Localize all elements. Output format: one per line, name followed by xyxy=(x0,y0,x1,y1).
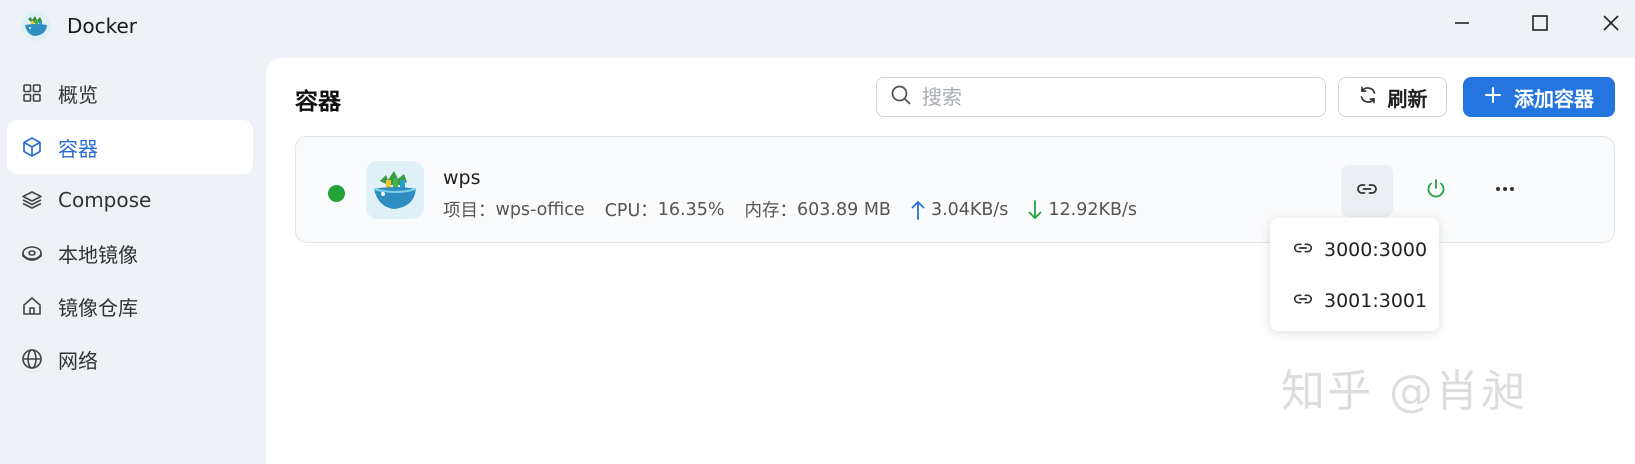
home-icon xyxy=(20,294,44,318)
cube-icon xyxy=(20,135,44,159)
sidebar-item-compose[interactable]: Compose xyxy=(7,173,253,227)
cpu-label: CPU： xyxy=(604,201,658,221)
power-button[interactable] xyxy=(1410,165,1462,217)
sidebar-item-label: Compose xyxy=(58,188,152,212)
sidebar-item-label: 容器 xyxy=(58,136,98,161)
minimize-icon xyxy=(1452,13,1472,37)
power-icon xyxy=(1424,177,1448,205)
sidebar-item-label: 本地镜像 xyxy=(58,242,138,267)
sidebar: 概览 容器 Compose 本地镜像 镜像仓库 网络 xyxy=(0,56,264,464)
refresh-icon xyxy=(1358,85,1378,110)
sidebar-item-label: 网络 xyxy=(58,348,98,373)
minimize-button[interactable] xyxy=(1431,0,1493,50)
project-value: wps-office xyxy=(495,199,585,220)
arrow-up-icon xyxy=(911,200,925,220)
layers-icon xyxy=(20,188,44,212)
container-name: wps xyxy=(443,167,481,189)
arrow-down-icon xyxy=(1028,199,1042,220)
ports-dropdown: 3000:3000 3001:3001 xyxy=(1270,218,1439,331)
memory-value: 603.89 MB xyxy=(797,199,891,220)
sidebar-item-local-images[interactable]: 本地镜像 xyxy=(7,226,253,280)
port-item[interactable]: 3001:3001 xyxy=(1270,276,1439,326)
add-container-button[interactable]: 添加容器 xyxy=(1463,77,1615,117)
more-options-button[interactable] xyxy=(1479,165,1531,217)
port-mapping: 3001:3001 xyxy=(1324,290,1428,312)
watermark: 知乎 @肖昶 xyxy=(1281,366,1527,417)
search-box[interactable] xyxy=(876,77,1326,117)
grid-icon xyxy=(20,81,44,105)
refresh-label: 刷新 xyxy=(1387,86,1428,111)
cpu-value: 16.35% xyxy=(657,199,725,220)
sidebar-item-label: 镜像仓库 xyxy=(58,295,138,320)
app-title: Docker xyxy=(67,14,138,38)
close-icon xyxy=(1601,13,1621,37)
upload-speed: 3.04KB/s xyxy=(930,199,1009,220)
sidebar-item-label: 概览 xyxy=(58,82,98,107)
maximize-icon xyxy=(1530,13,1550,37)
download-speed: 12.92KB/s xyxy=(1048,199,1137,220)
maximize-button[interactable] xyxy=(1509,0,1571,50)
search-icon xyxy=(890,84,912,110)
page-title: 容器 xyxy=(295,89,341,115)
project-label: 项目： xyxy=(443,201,496,221)
main-panel: 容器 刷新 添加容器 xyxy=(266,58,1635,464)
memory-label: 内存： xyxy=(744,201,798,221)
port-item[interactable]: 3000:3000 xyxy=(1270,225,1439,275)
container-meta: 项目： wps-office CPU： 16.35% 内存： 603.89 MB xyxy=(443,197,1137,222)
link-icon xyxy=(1292,288,1314,315)
more-horizontal-icon xyxy=(1493,177,1517,205)
sidebar-item-containers[interactable]: 容器 xyxy=(7,120,253,174)
search-input[interactable] xyxy=(922,85,1302,109)
title-bar: Docker xyxy=(0,0,1635,56)
sidebar-item-image-registry[interactable]: 镜像仓库 xyxy=(7,279,253,333)
add-container-label: 添加容器 xyxy=(1514,86,1594,111)
docker-whale-icon xyxy=(20,10,52,42)
status-running-dot xyxy=(328,185,345,202)
link-icon xyxy=(1355,177,1379,205)
close-button[interactable] xyxy=(1580,0,1635,50)
wps-whale-icon xyxy=(366,161,424,219)
disk-icon xyxy=(20,241,44,265)
ports-link-button[interactable] xyxy=(1341,165,1393,217)
sidebar-item-network[interactable]: 网络 xyxy=(7,332,253,386)
plus-icon xyxy=(1484,85,1502,109)
link-icon xyxy=(1292,237,1314,264)
sidebar-item-overview[interactable]: 概览 xyxy=(7,66,253,120)
port-mapping: 3000:3000 xyxy=(1324,239,1428,261)
globe-icon xyxy=(20,347,44,371)
refresh-button[interactable]: 刷新 xyxy=(1338,77,1447,117)
